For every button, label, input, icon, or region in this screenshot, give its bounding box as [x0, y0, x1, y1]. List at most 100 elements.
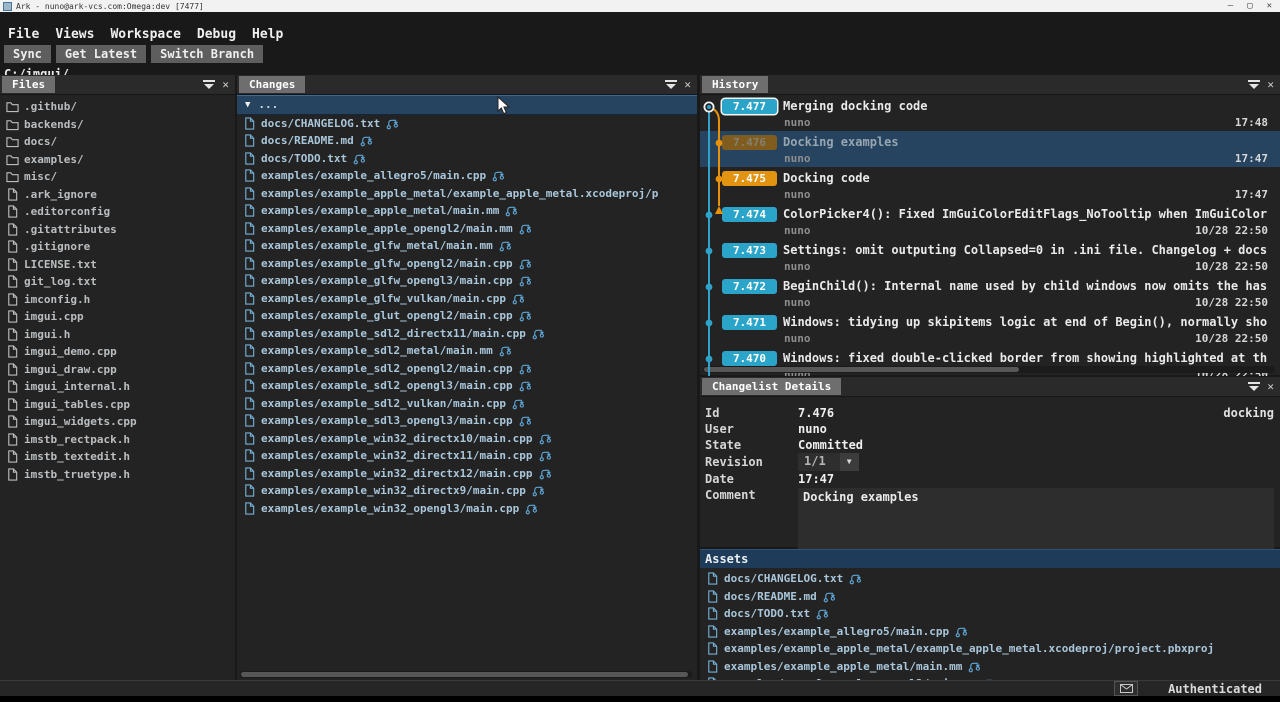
filter-icon[interactable] — [665, 80, 677, 89]
file-tree-item[interactable]: imgui_draw.cpp — [0, 361, 235, 379]
menu-item-file[interactable]: File — [8, 27, 39, 42]
file-path: examples/example_sdl3_opengl3/main.cpp — [261, 414, 513, 427]
mail-icon[interactable] — [1114, 681, 1138, 696]
file-tree-item[interactable]: .gitignore — [0, 238, 235, 256]
changed-file-row[interactable]: examples/example_allegro5/main.cpp — [700, 623, 1280, 641]
changed-file-row[interactable]: examples/example_sdl2_opengl3/main.cpp — [237, 377, 697, 395]
changed-file-row[interactable]: examples/example_apple_metal/main.mm — [700, 658, 1280, 676]
file-tree-item[interactable]: misc/ — [0, 168, 235, 186]
file-tree-item[interactable]: git_log.txt — [0, 273, 235, 291]
changed-file-row[interactable]: examples/example_win32_directx10/main.cp… — [237, 430, 697, 448]
close-panel-icon[interactable]: ✕ — [684, 79, 691, 90]
revision-selector[interactable]: 1/1▼ — [798, 453, 859, 471]
file-tree-item[interactable]: imgui_tables.cpp — [0, 396, 235, 414]
close-button[interactable]: ✕ — [1267, 2, 1272, 11]
menu-item-workspace[interactable]: Workspace — [110, 27, 180, 42]
file-tree-item[interactable]: imstb_textedit.h — [0, 448, 235, 466]
changed-file-row[interactable]: examples/example_win32_opengl3/main.cpp — [237, 500, 697, 518]
changed-file-row[interactable]: examples/example_win32_directx9/main.cpp — [237, 482, 697, 500]
file-tree-item[interactable]: LICENSE.txt — [0, 256, 235, 274]
file-tree-item[interactable]: docs/ — [0, 133, 235, 151]
history-entry-7.476[interactable]: 7.476Docking examplesnuno17:47 — [700, 131, 1280, 167]
file-tree-item[interactable]: .editorconfig — [0, 203, 235, 221]
changed-file-row[interactable]: examples/example_glut_opengl2/main.cpp — [237, 307, 697, 325]
sync-button[interactable]: Sync — [4, 45, 51, 63]
tab-details-label: Changelist Details — [712, 380, 831, 393]
changed-file-row[interactable]: examples/example_apple_metal/main.mm — [237, 202, 697, 220]
changed-file-row[interactable]: examples/example_glfw_opengl2/main.cpp — [237, 255, 697, 273]
file-tree-item[interactable]: examples/ — [0, 151, 235, 169]
get-latest-button[interactable]: Get Latest — [56, 45, 146, 63]
close-panel-icon[interactable]: ✕ — [1267, 381, 1274, 392]
assets-header-label: Assets — [705, 552, 748, 566]
changed-file-row[interactable]: docs/README.md — [237, 132, 697, 150]
changed-file-row[interactable]: examples/example_glfw_metal/main.mm — [237, 237, 697, 255]
changes-root-row[interactable]: ▼ ... — [237, 95, 697, 115]
changed-file-row[interactable]: examples/example_glfw_vulkan/main.cpp — [237, 290, 697, 308]
file-tree-item[interactable]: .ark_ignore — [0, 186, 235, 204]
revision-dropdown-icon[interactable]: ▼ — [840, 453, 859, 471]
file-tree-item[interactable]: imgui.h — [0, 326, 235, 344]
minimize-button[interactable]: – — [1228, 2, 1233, 11]
history-horizontal-scrollbar[interactable] — [703, 366, 1275, 373]
tab-files[interactable]: Files — [2, 76, 55, 93]
tab-history[interactable]: History — [702, 76, 768, 93]
changed-file-row[interactable]: examples/example_sdl2_vulkan/main.cpp — [237, 395, 697, 413]
changed-file-row[interactable]: examples/example_win32_directx12/main.cp… — [237, 465, 697, 483]
changed-file-row[interactable]: docs/CHANGELOG.txt — [237, 115, 697, 133]
maximize-button[interactable]: ▢ — [1247, 2, 1252, 11]
tab-changelist-details[interactable]: Changelist Details — [702, 378, 841, 395]
history-entry-line1: 7.477Merging docking code — [722, 97, 1280, 115]
changes-horizontal-scrollbar[interactable] — [240, 671, 692, 678]
file-tree-item[interactable]: imgui_widgets.cpp — [0, 413, 235, 431]
file-tree-item[interactable]: imgui.cpp — [0, 308, 235, 326]
history-entry-7.475[interactable]: 7.475Docking codenuno17:47 — [700, 167, 1280, 203]
changed-file-row[interactable]: examples/example_sdl3_opengl3/main.cpp — [237, 412, 697, 430]
changed-file-row[interactable]: docs/CHANGELOG.txt — [700, 570, 1280, 588]
changed-file-row[interactable]: examples/example_apple_metal/example_app… — [700, 640, 1280, 658]
changed-file-row[interactable]: examples/example_sdl2_directx11/main.cpp — [237, 325, 697, 343]
collapse-triangle-icon[interactable]: ▼ — [245, 100, 250, 110]
filter-icon[interactable] — [1248, 382, 1260, 391]
filter-icon[interactable] — [1248, 80, 1260, 89]
menu-item-help[interactable]: Help — [252, 27, 283, 42]
history-entry-7.471[interactable]: 7.471Windows: tidying up skipitems logic… — [700, 311, 1280, 347]
changed-file-row[interactable]: docs/TODO.txt — [700, 605, 1280, 623]
file-path: examples/example_apple_metal/example_app… — [261, 187, 658, 200]
changed-file-row[interactable]: docs/README.md — [700, 588, 1280, 606]
file-tree-item[interactable]: backends/ — [0, 116, 235, 134]
file-icon — [243, 414, 256, 427]
changed-file-row[interactable]: examples/example_sdl2_metal/main.mm — [237, 342, 697, 360]
file-tree-item[interactable]: imstb_truetype.h — [0, 466, 235, 484]
changed-file-row[interactable]: docs/TODO.txt — [237, 150, 697, 168]
changed-file-row[interactable]: examples/example_win32_directx11/main.cp… — [237, 447, 697, 465]
file-icon — [243, 152, 256, 165]
history-entry-7.473[interactable]: 7.473Settings: omit outputing Collapsed=… — [700, 239, 1280, 275]
menu-item-views[interactable]: Views — [55, 27, 94, 42]
file-tree-item[interactable]: imconfig.h — [0, 291, 235, 309]
history-entry-7.472[interactable]: 7.472BeginChild(): Internal name used by… — [700, 275, 1280, 311]
changed-file-row[interactable]: examples/example_allegro5/main.cpp — [237, 167, 697, 185]
file-name: imconfig.h — [24, 293, 90, 306]
changed-file-row[interactable]: examples/example_apple_opengl2/main.mm — [237, 220, 697, 238]
file-tree-item[interactable]: imgui_internal.h — [0, 378, 235, 396]
changed-file-row[interactable]: examples/example_sdl2_opengl2/main.cpp — [237, 360, 697, 378]
commit-title: BeginChild(): Internal name used by chil… — [783, 279, 1267, 293]
history-entry-7.477[interactable]: 7.477Merging docking codenuno17:48 — [700, 95, 1280, 131]
close-panel-icon[interactable]: ✕ — [1267, 79, 1274, 90]
file-tree-item[interactable]: imstb_rectpack.h — [0, 431, 235, 449]
comment-textarea[interactable]: Docking examples — [798, 488, 1274, 552]
file-icon — [706, 660, 719, 673]
menu-item-debug[interactable]: Debug — [197, 27, 236, 42]
history-entry-line2: nuno10/28 22:50 — [722, 223, 1280, 238]
tab-changes[interactable]: Changes — [239, 76, 305, 93]
file-tree-item[interactable]: .github/ — [0, 98, 235, 116]
changed-file-row[interactable]: examples/example_glfw_opengl3/main.cpp — [237, 272, 697, 290]
switch-branch-button[interactable]: Switch Branch — [151, 45, 263, 63]
close-panel-icon[interactable]: ✕ — [222, 79, 229, 90]
changed-file-row[interactable]: examples/example_apple_metal/example_app… — [237, 185, 697, 203]
filter-icon[interactable] — [203, 80, 215, 89]
file-tree-item[interactable]: .gitattributes — [0, 221, 235, 239]
file-tree-item[interactable]: imgui_demo.cpp — [0, 343, 235, 361]
history-entry-7.474[interactable]: 7.474ColorPicker4(): Fixed ImGuiColorEdi… — [700, 203, 1280, 239]
